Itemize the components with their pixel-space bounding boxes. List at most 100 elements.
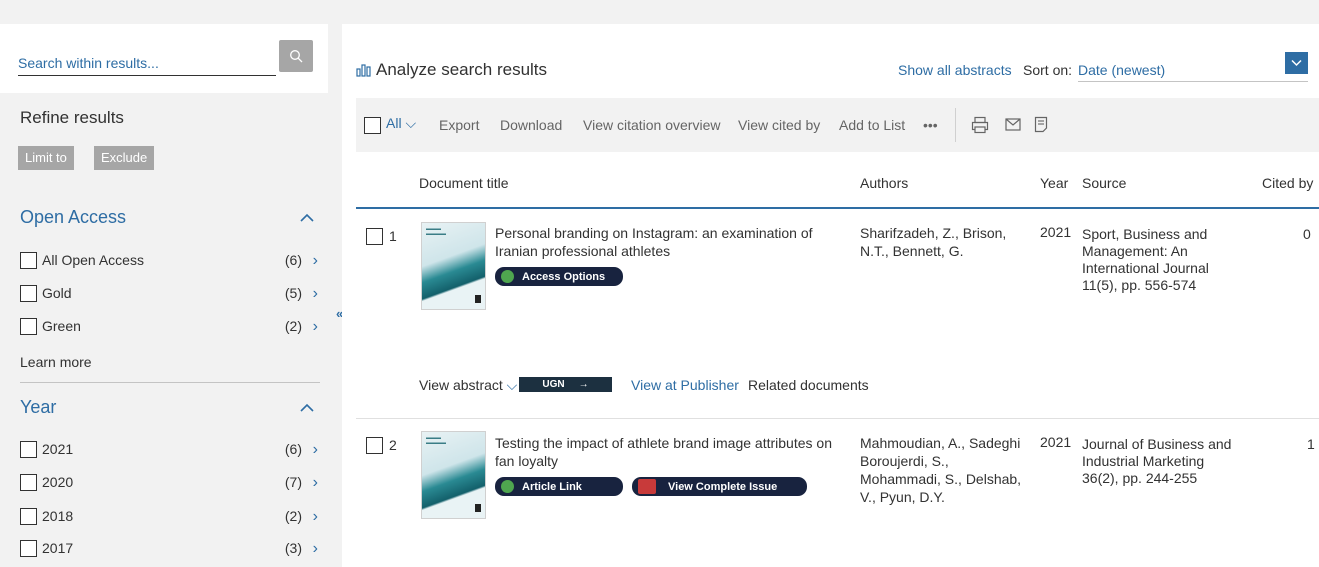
result-checkbox[interactable] bbox=[366, 437, 383, 454]
facet-item-2020[interactable]: 2020 (7) › bbox=[20, 472, 320, 494]
sort-dropdown-button[interactable] bbox=[1285, 52, 1308, 74]
authors: Sharifzadeh, Z., Brison, N.T., Bennett, … bbox=[860, 224, 1030, 260]
view-at-publisher-link[interactable]: View at Publisher bbox=[631, 377, 739, 393]
source-link[interactable]: Journal of Business and Industrial Marke… bbox=[1082, 436, 1252, 487]
result-number: 2 bbox=[389, 437, 397, 453]
year: 2021 bbox=[1040, 224, 1072, 240]
author-line[interactable]: Mohammadi, S., Delshab, bbox=[860, 470, 1030, 488]
title-line: Testing the impact of athlete brand imag… bbox=[495, 435, 832, 451]
ugn-label: UGN bbox=[542, 379, 565, 390]
ugn-link-button[interactable]: UGN → bbox=[519, 377, 612, 392]
search-within-box bbox=[0, 24, 328, 93]
source-link[interactable]: Sport, Business and Management: An Inter… bbox=[1082, 226, 1252, 294]
view-citation-overview-button[interactable]: View citation overview bbox=[583, 117, 720, 133]
author-line[interactable]: V., Pyun, D.Y. bbox=[860, 488, 1030, 506]
journal-cover-thumbnail[interactable]: ▬▬▬ ▬▬▬▬ bbox=[421, 222, 486, 310]
add-to-list-button[interactable]: Add to List bbox=[839, 117, 905, 133]
limit-to-button[interactable]: Limit to bbox=[18, 146, 74, 170]
author-line[interactable]: Sharifzadeh, Z., Brison, bbox=[860, 224, 1030, 242]
cover-barcode bbox=[475, 295, 481, 303]
facet-item-label: All Open Access bbox=[42, 252, 144, 268]
facet-item-2018[interactable]: 2018 (2) › bbox=[20, 506, 320, 528]
facet-item-count: (7) bbox=[284, 474, 302, 490]
download-button[interactable]: Download bbox=[500, 117, 562, 133]
facet-open-access-header[interactable]: Open Access bbox=[20, 207, 320, 228]
access-options-button[interactable]: Access Options bbox=[495, 267, 623, 286]
related-documents-link[interactable]: Related documents bbox=[748, 377, 869, 393]
authors: Mahmoudian, A., Sadeghi Boroujerdi, S., … bbox=[860, 434, 1030, 506]
facet-item-2017[interactable]: 2017 (3) › bbox=[20, 538, 320, 560]
facet-item-all-open-access[interactable]: All Open Access (6) › bbox=[20, 250, 320, 272]
column-header-year[interactable]: Year bbox=[1040, 175, 1068, 191]
analyze-search-results-link[interactable]: Analyze search results bbox=[356, 60, 547, 80]
all-label: All bbox=[386, 115, 402, 131]
chevron-right-icon[interactable]: › bbox=[313, 318, 318, 336]
show-all-abstracts-link[interactable]: Show all abstracts bbox=[898, 62, 1012, 78]
checkbox[interactable] bbox=[20, 318, 37, 335]
sort-select[interactable]: Date (newest) bbox=[1078, 56, 1308, 82]
learn-more-link[interactable]: Learn more bbox=[20, 354, 92, 370]
author-line[interactable]: N.T., Bennett, G. bbox=[860, 242, 1030, 260]
arrow-right-icon: → bbox=[578, 379, 589, 390]
search-within-input[interactable] bbox=[18, 50, 276, 76]
facet-item-green[interactable]: Green (2) › bbox=[20, 316, 320, 338]
chevron-right-icon[interactable]: › bbox=[313, 474, 318, 492]
chevron-right-icon[interactable]: › bbox=[313, 441, 318, 459]
article-link-label: Article Link bbox=[522, 480, 582, 493]
chevron-right-icon[interactable]: › bbox=[313, 252, 318, 270]
results-panel: Analyze search results Show all abstract… bbox=[342, 24, 1319, 567]
document-title-link[interactable]: Personal branding on Instagram: an exami… bbox=[495, 224, 840, 260]
view-cited-by-button[interactable]: View cited by bbox=[738, 117, 820, 133]
document-title-link[interactable]: Testing the impact of athlete brand imag… bbox=[495, 434, 840, 470]
facet-item-count: (2) bbox=[284, 508, 302, 524]
author-line[interactable]: Mahmoudian, A., Sadeghi bbox=[860, 434, 1030, 452]
journal-cover-thumbnail[interactable]: ▬▬▬ ▬▬▬▬ bbox=[421, 431, 486, 519]
column-header-cited-by[interactable]: Cited by bbox=[1262, 175, 1313, 191]
author-line[interactable]: Boroujerdi, S., bbox=[860, 452, 1030, 470]
checkbox[interactable] bbox=[20, 441, 37, 458]
select-all-dropdown[interactable]: All ⌵ bbox=[386, 115, 416, 132]
results-toolbar: All ⌵ Export Download View citation over… bbox=[356, 98, 1319, 152]
chevron-right-icon[interactable]: › bbox=[313, 285, 318, 303]
facet-year-header[interactable]: Year bbox=[20, 397, 320, 418]
cited-by-count[interactable]: 1 bbox=[1307, 436, 1315, 452]
facet-item-count: (2) bbox=[284, 318, 302, 334]
checkbox[interactable] bbox=[20, 474, 37, 491]
column-header-source[interactable]: Source bbox=[1082, 175, 1126, 191]
more-options-button[interactable]: ••• bbox=[923, 117, 938, 133]
chevron-down-icon bbox=[1291, 59, 1302, 67]
facet-item-label: Gold bbox=[42, 285, 72, 301]
view-complete-issue-button[interactable]: View Complete Issue bbox=[632, 477, 807, 496]
cited-by-count[interactable]: 0 bbox=[1303, 226, 1311, 242]
header-divider bbox=[356, 207, 1319, 209]
cover-barcode bbox=[475, 504, 481, 512]
checkbox[interactable] bbox=[20, 252, 37, 269]
view-abstract-toggle[interactable]: View abstract ⌵ bbox=[419, 377, 517, 394]
search-button[interactable] bbox=[279, 40, 313, 72]
facet-item-count: (5) bbox=[284, 285, 302, 301]
article-link-button[interactable]: Article Link bbox=[495, 477, 623, 496]
view-complete-issue-label: View Complete Issue bbox=[668, 480, 778, 493]
facet-item-gold[interactable]: Gold (5) › bbox=[20, 283, 320, 305]
checkbox[interactable] bbox=[20, 508, 37, 525]
chevron-right-icon[interactable]: › bbox=[313, 540, 318, 558]
facet-item-count: (6) bbox=[284, 252, 302, 268]
facet-item-2021[interactable]: 2021 (6) › bbox=[20, 439, 320, 461]
result-checkbox[interactable] bbox=[366, 228, 383, 245]
select-all-checkbox[interactable] bbox=[364, 117, 381, 134]
bibliography-icon[interactable] bbox=[1034, 116, 1048, 133]
checkbox[interactable] bbox=[20, 540, 37, 557]
checkbox[interactable] bbox=[20, 285, 37, 302]
chevron-right-icon[interactable]: › bbox=[313, 508, 318, 526]
print-icon[interactable] bbox=[971, 116, 989, 134]
facet-open-access-title: Open Access bbox=[20, 207, 127, 227]
column-header-title[interactable]: Document title bbox=[419, 175, 508, 191]
export-button[interactable]: Export bbox=[439, 117, 479, 133]
facet-item-count: (3) bbox=[284, 540, 302, 556]
row-divider bbox=[356, 418, 1319, 419]
column-header-authors[interactable]: Authors bbox=[860, 175, 908, 191]
exclude-button[interactable]: Exclude bbox=[94, 146, 155, 170]
email-icon[interactable] bbox=[1005, 118, 1021, 131]
source-line: Sport, Business and bbox=[1082, 226, 1208, 242]
access-icon bbox=[501, 270, 514, 283]
